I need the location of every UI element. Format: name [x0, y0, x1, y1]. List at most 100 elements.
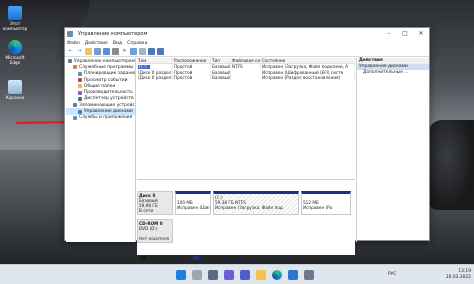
partition-text: Исправен (Загрузка, Файл под: [215, 205, 283, 210]
store-icon[interactable]: [288, 270, 298, 280]
desktop-icon-recycle[interactable]: Корзина: [2, 80, 28, 100]
view-icon[interactable]: [157, 48, 164, 55]
disk-row: Диск 0 Базовый 59,98 ГБ В сети 100 МБ Исправе…: [137, 191, 355, 215]
col-header-layout[interactable]: Расположение: [173, 58, 211, 63]
clock[interactable]: 13:19 10.03.2022: [446, 269, 471, 281]
tree-item-label: Запоминающие устройст: [79, 102, 136, 108]
table-cell: (C:): [137, 64, 173, 70]
tree-item-label: Общие папки: [84, 83, 116, 89]
tree-item-label: Служебные программы: [79, 64, 134, 70]
col-header-fs[interactable]: Файловая система: [231, 58, 261, 63]
tools-icon: [73, 65, 77, 70]
partition-block[interactable]: (C:) 59,38 ГБ NTFS Исправен (Загрузка, Фай…: [213, 191, 299, 215]
wallpaper-car: [428, 120, 474, 210]
tree-item-label: Просмотр событий: [84, 77, 128, 83]
table-row[interactable]: (Диск 0 раздел 4)ПростойБазовый Исправен …: [137, 75, 355, 81]
legend-primary: Основной раздел: [200, 255, 239, 260]
tree-item-label: Диспетчер устройств: [84, 96, 134, 102]
tree-item[interactable]: Службы и приложения: [66, 115, 135, 121]
maximize-button[interactable]: □: [397, 28, 413, 39]
table-cell: Базовый: [212, 64, 231, 70]
storage-icon: [73, 103, 77, 108]
tree-item[interactable]: Управление компьютером (л: [66, 58, 135, 64]
disk-label[interactable]: CD-ROM 0 DVD (D:) Нет носителя: [137, 219, 173, 243]
navigation-tree[interactable]: Управление компьютером (л Служебные прогр…: [66, 58, 136, 242]
menu-help[interactable]: Справка: [127, 41, 147, 46]
properties-icon[interactable]: [94, 48, 101, 55]
table-cell: NTFS: [231, 64, 261, 70]
computer-management-window[interactable]: Управление компьютером – □ ✕ Файл Действ…: [64, 27, 430, 260]
tree-item-label: Управление дисками: [84, 109, 133, 115]
edge-taskbar-icon[interactable]: [272, 270, 282, 280]
tree-item-label: Управление компьютером (л: [74, 58, 136, 64]
disk-icon[interactable]: [148, 48, 155, 55]
close-button[interactable]: ✕: [413, 28, 429, 39]
table-cell: Базовый: [212, 69, 231, 75]
teams-icon[interactable]: [240, 270, 250, 280]
partition-block[interactable]: 512 МБ Исправен (Ра: [301, 191, 351, 215]
delete-icon[interactable]: ✕: [121, 48, 128, 55]
main-pane: Том Расположение Тип Файловая система Со…: [137, 58, 355, 260]
console-icon[interactable]: [112, 48, 119, 55]
legend: Не распределена Основной раздел: [137, 255, 239, 260]
table-cell: Исправен (Шифрованный (EFI) систе: [261, 69, 355, 75]
col-header-type[interactable]: Тип: [211, 58, 231, 63]
table-cell: (Диск 0 раздел 1): [138, 69, 173, 75]
legend-unallocated-swatch: [140, 255, 146, 260]
menu-bar: Файл Действие Вид Справка: [65, 39, 429, 47]
language-indicator[interactable]: РУС: [388, 272, 396, 277]
table-cell: Простой: [173, 75, 211, 81]
table-row[interactable]: (C:) Простой Базовый NTFS Исправен (Загрузка…: [137, 64, 355, 70]
clock-date: 10.03.2022: [445, 275, 471, 280]
menu-file[interactable]: Файл: [67, 41, 80, 46]
computer-manage-icon: [68, 59, 72, 64]
tree-item-label: Службы и приложения: [79, 115, 133, 121]
folder-up-icon[interactable]: [85, 48, 92, 55]
scheduler-icon: [78, 71, 82, 76]
forward-icon[interactable]: →: [76, 48, 83, 55]
menu-view[interactable]: Вид: [113, 41, 122, 46]
disk-management-icon: [78, 109, 82, 114]
disk-label[interactable]: Диск 0 Базовый 59,98 ГБ В сети: [137, 191, 173, 215]
shared-folder-icon: [78, 84, 82, 89]
actions-more[interactable]: Дополнительные ...: [357, 70, 429, 76]
search-icon[interactable]: [139, 48, 146, 55]
partition-text: Исправен (Ра: [303, 205, 333, 210]
menu-action[interactable]: Действие: [85, 41, 108, 46]
desktop-icon-edge[interactable]: Microsoft Edge: [2, 40, 28, 65]
minimize-button[interactable]: –: [381, 28, 397, 39]
computer-management-taskbar-icon[interactable]: [304, 270, 314, 280]
task-view-icon[interactable]: [208, 270, 218, 280]
back-icon[interactable]: ←: [67, 48, 74, 55]
services-icon: [73, 115, 77, 120]
app-icon: [67, 30, 73, 37]
desktop-icon-this-pc[interactable]: Этот компьютер: [2, 6, 28, 31]
actions-pane: Действия Управление дисками Дополнительн…: [356, 58, 429, 242]
partition-text: Исправен (Шиі: [177, 205, 210, 210]
legend-primary-swatch: [192, 255, 199, 260]
performance-icon: [78, 90, 82, 95]
tree-item-label: Планировщик заданий: [84, 71, 136, 77]
table-cell: Исправен (Раздел восстановления): [261, 75, 355, 81]
help-icon[interactable]: [103, 48, 110, 55]
computer-icon: [8, 6, 22, 20]
disk-row: CD-ROM 0 DVD (D:) Нет носителя: [137, 219, 355, 243]
table-cell: Простой: [173, 64, 211, 70]
edge-icon: [8, 40, 22, 54]
settings-icon[interactable]: [130, 48, 137, 55]
widgets-icon[interactable]: [224, 270, 234, 280]
explorer-icon[interactable]: [256, 270, 266, 280]
partition-block[interactable]: 100 МБ Исправен (Шиі: [175, 191, 211, 215]
col-header-status[interactable]: Состояние: [261, 58, 355, 63]
disk-label-line: В сети: [139, 208, 154, 213]
tree-item-label: Производительность: [84, 90, 133, 96]
recycle-bin-icon: [8, 80, 22, 94]
table-cell: Исправен (Загрузка, Файл подкачки, А: [261, 64, 355, 70]
search-taskbar-icon[interactable]: [192, 270, 202, 280]
table-cell: Базовый: [212, 75, 231, 81]
event-viewer-icon: [78, 78, 82, 83]
title-bar[interactable]: Управление компьютером – □ ✕: [65, 28, 429, 39]
device-manager-icon: [78, 96, 82, 101]
col-header-volume[interactable]: Том: [137, 58, 173, 63]
start-icon[interactable]: [176, 270, 186, 280]
